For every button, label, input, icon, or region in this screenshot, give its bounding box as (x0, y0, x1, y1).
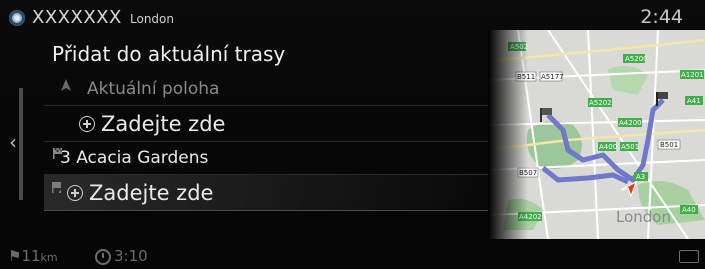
route-item-label: Aktuální poloha (87, 78, 220, 99)
route-item-label: 3 Acacia Gardens (60, 148, 209, 168)
navigation-screen: XXXXXXX London 2:44 Přidat do aktuální t… (0, 0, 705, 269)
map-edge-fade (488, 30, 528, 239)
device-name: XXXXXXX (32, 7, 122, 28)
current-city: London (130, 12, 174, 26)
clock: 2:44 (640, 6, 683, 28)
route-item-label: Zadejte zde (101, 111, 226, 136)
profile-icon (9, 10, 25, 26)
svg-text:A1201: A1201 (681, 71, 704, 79)
svg-text:A501: A501 (621, 143, 639, 151)
svg-text:A5200: A5200 (625, 55, 648, 63)
message-icon[interactable] (679, 250, 699, 263)
svg-text:A5177: A5177 (541, 73, 564, 81)
route-item-label: Zadejte zde (89, 180, 214, 205)
map-city-label: London (616, 208, 671, 226)
route-item-origin: Aktuální poloha (44, 72, 499, 106)
status-bar: XXXXXXX London 2:44 (0, 0, 705, 34)
route-connector-line (19, 88, 23, 200)
route-item-add-destination[interactable]: Zadejte zde (44, 175, 499, 211)
remaining-time: 3:10 (114, 247, 148, 265)
svg-text:A40: A40 (682, 206, 696, 214)
svg-text:A4200: A4200 (619, 119, 642, 127)
svg-text:A400: A400 (599, 143, 617, 151)
clock-icon (95, 249, 111, 265)
remaining-distance: ⚑11km (8, 247, 58, 265)
route-list: Aktuální poloha Zadejte zde 3 Acacia Gar… (44, 72, 499, 211)
svg-text:A5202: A5202 (589, 99, 612, 107)
svg-text:A41: A41 (687, 97, 701, 105)
route-item-add[interactable]: Zadejte zde (44, 106, 499, 142)
add-circle-icon (67, 184, 83, 201)
add-circle-icon (79, 115, 95, 132)
bottom-bar: ⚑11km 3:10 (0, 241, 705, 269)
route-item-waypoint[interactable]: 3 Acacia Gardens (44, 142, 499, 175)
route-map[interactable]: A502 A5200 A1201 A41 A5202 A4200 A400 A5… (488, 30, 705, 239)
flag-small-icon: ⚑ (8, 247, 22, 265)
page-title: Přidat do aktuální trasy (52, 42, 286, 66)
svg-text:A3: A3 (636, 173, 645, 181)
svg-text:B501: B501 (660, 141, 678, 149)
